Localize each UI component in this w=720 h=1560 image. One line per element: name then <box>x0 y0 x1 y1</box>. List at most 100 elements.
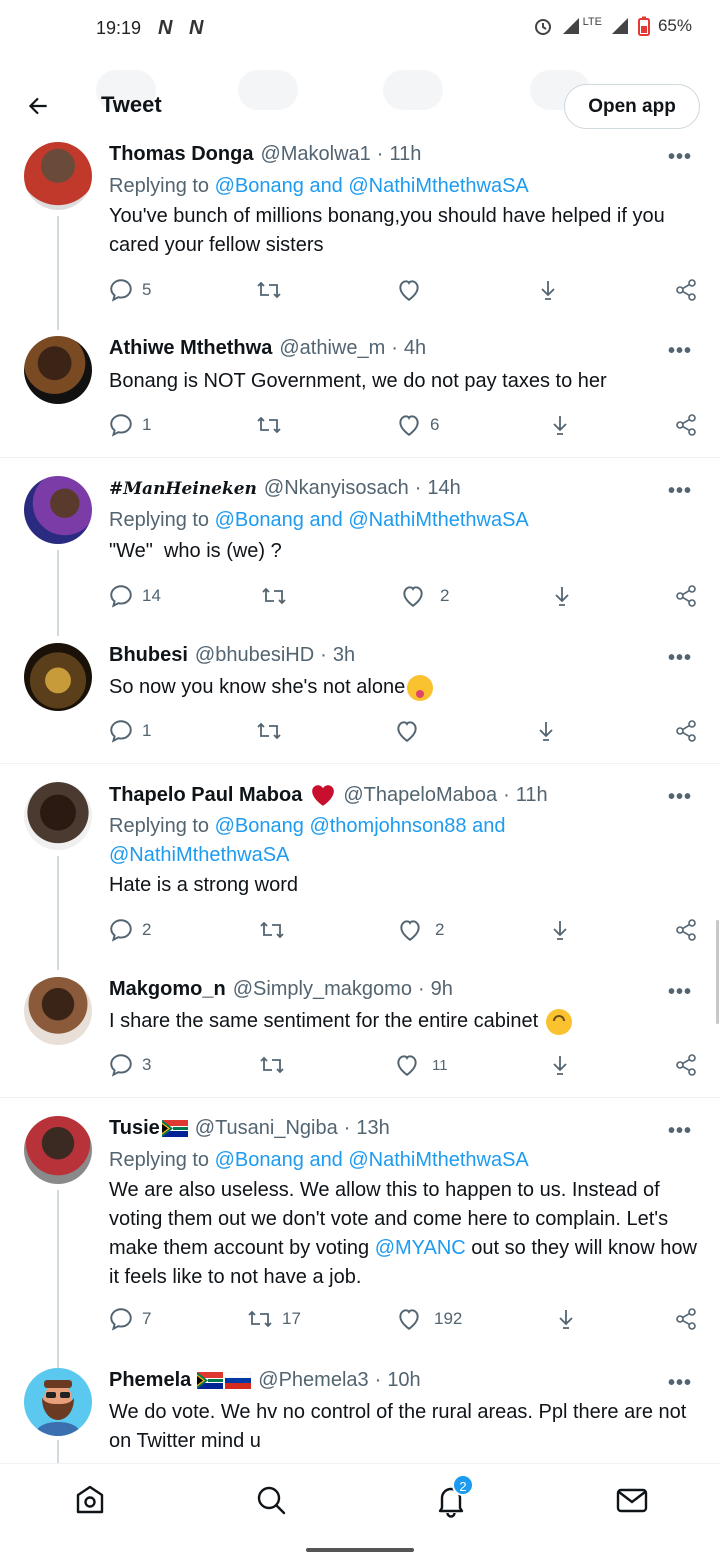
author-handle[interactable]: @Simply_makgomo <box>233 978 412 1001</box>
author-handle[interactable]: @bhubesiHD <box>195 644 314 667</box>
retweet-button[interactable]: 17 <box>246 1306 301 1332</box>
ghost-shape <box>238 70 298 110</box>
tweet-time[interactable]: 13h <box>356 1117 389 1140</box>
avatar[interactable] <box>24 336 92 404</box>
tweet-time[interactable]: 9h <box>431 978 453 1001</box>
reply-mentions[interactable]: @Bonang @thomjohnson88 and <box>215 815 506 837</box>
retweet-button[interactable] <box>260 583 288 609</box>
more-options-button[interactable]: ••• <box>668 786 692 809</box>
share-button[interactable] <box>674 1052 698 1078</box>
tweet-time[interactable]: 10h <box>387 1369 420 1392</box>
retweet-icon <box>257 281 281 299</box>
like-button[interactable]: 6 <box>396 412 439 438</box>
author-handle[interactable]: @ThapeloMaboa <box>343 784 497 807</box>
reply-button[interactable]: 14 <box>108 583 161 609</box>
more-options-button[interactable]: ••• <box>668 480 692 503</box>
author-name[interactable]: Bhubesi <box>109 644 188 667</box>
retweet-button[interactable] <box>255 277 283 303</box>
author-name[interactable]: Athiwe Mthethwa <box>109 337 272 360</box>
reply-button[interactable]: 7 <box>108 1306 151 1332</box>
author-name[interactable]: Tusie <box>109 1117 160 1140</box>
avatar[interactable] <box>24 142 92 210</box>
reply-icon <box>110 1054 132 1077</box>
reply-mentions-cont[interactable]: @NathiMthethwaSA <box>109 844 289 866</box>
author-handle[interactable]: @Makolwa1 <box>260 143 370 166</box>
like-button[interactable]: 192 <box>396 1306 462 1332</box>
save-button[interactable] <box>536 277 560 303</box>
like-button[interactable]: 11 <box>394 1052 448 1078</box>
tweet-text: "We" who is (we) ? <box>109 540 282 562</box>
avatar[interactable] <box>24 977 92 1045</box>
author-name[interactable]: Makgomo_n <box>109 978 226 1001</box>
tweet-time[interactable]: 3h <box>333 644 355 667</box>
reply-button[interactable]: 1 <box>108 412 151 438</box>
author-handle[interactable]: @Phemela3 <box>258 1369 368 1392</box>
more-options-button[interactable]: ••• <box>668 340 692 363</box>
share-icon <box>676 919 696 941</box>
save-button[interactable] <box>548 412 572 438</box>
author-handle[interactable]: @Nkanyisosach <box>264 477 409 500</box>
author-name[interactable]: Thomas Donga <box>109 143 253 166</box>
share-button[interactable] <box>674 412 698 438</box>
avatar[interactable] <box>24 643 92 711</box>
home-gesture-handle[interactable] <box>306 1548 414 1552</box>
replies-feed[interactable]: Thomas Donga @Makolwa1 · 11h ••• Replyin… <box>0 140 720 1463</box>
retweet-button[interactable] <box>255 718 283 744</box>
share-button[interactable] <box>674 1306 698 1332</box>
save-button[interactable] <box>534 718 558 744</box>
reply-mentions[interactable]: @Bonang and @NathiMthethwaSA <box>215 509 529 531</box>
share-icon <box>676 585 696 607</box>
like-button[interactable] <box>396 277 422 303</box>
more-options-button[interactable]: ••• <box>668 647 692 670</box>
reply-mentions[interactable]: @Bonang and @NathiMthethwaSA <box>215 175 529 197</box>
home-icon[interactable] <box>72 1482 108 1518</box>
reply-button[interactable]: 1 <box>108 718 151 744</box>
author-name[interactable]: Thapelo Paul Maboa <box>109 784 302 807</box>
share-button[interactable] <box>674 917 698 943</box>
tweet-time[interactable]: 4h <box>404 337 426 360</box>
share-button[interactable] <box>674 277 698 303</box>
avatar[interactable] <box>24 1368 92 1436</box>
reply-button[interactable]: 5 <box>108 277 151 303</box>
back-button[interactable] <box>22 90 54 122</box>
notification-n-icon: N <box>189 17 204 39</box>
more-options-button[interactable]: ••• <box>668 1120 692 1143</box>
mention-link[interactable]: @MYANC <box>375 1237 466 1259</box>
share-button[interactable] <box>674 718 698 744</box>
upside-down-face-emoji-icon <box>545 1008 572 1035</box>
more-options-button[interactable]: ••• <box>668 146 692 169</box>
retweet-button[interactable] <box>258 917 286 943</box>
share-icon <box>676 414 696 436</box>
save-button[interactable] <box>548 1052 572 1078</box>
tweet-time[interactable]: 11h <box>516 784 548 807</box>
reply-icon <box>110 279 132 302</box>
avatar[interactable] <box>24 782 92 850</box>
author-name[interactable]: Phemela <box>109 1369 191 1392</box>
save-button[interactable] <box>548 917 572 943</box>
like-button[interactable]: 2 <box>397 917 444 943</box>
more-options-button[interactable]: ••• <box>668 1372 692 1395</box>
reply-button[interactable]: 3 <box>108 1052 151 1078</box>
scrollbar[interactable] <box>716 920 719 1024</box>
messages-mail-icon[interactable] <box>614 1482 650 1518</box>
avatar[interactable] <box>24 476 92 544</box>
open-app-button[interactable]: Open app <box>564 84 700 129</box>
save-button[interactable] <box>550 583 574 609</box>
avatar[interactable] <box>24 1116 92 1184</box>
reply-mentions[interactable]: @Bonang and @NathiMthethwaSA <box>215 1149 529 1171</box>
more-options-button[interactable]: ••• <box>668 981 692 1004</box>
like-button[interactable]: 2 <box>400 583 449 609</box>
reply-button[interactable]: 2 <box>108 917 151 943</box>
author-handle[interactable]: @athiwe_m <box>279 337 385 360</box>
author-name[interactable]: #ManHeineken <box>109 479 257 499</box>
like-button[interactable] <box>394 718 420 744</box>
retweet-button[interactable] <box>258 1052 286 1078</box>
retweet-button[interactable] <box>255 412 283 438</box>
save-button[interactable] <box>554 1306 578 1332</box>
tweet-time[interactable]: 14h <box>427 477 460 500</box>
search-icon[interactable] <box>253 1482 289 1518</box>
share-button[interactable] <box>674 583 698 609</box>
status-time: 19:19 <box>96 18 142 38</box>
author-handle[interactable]: @Tusani_Ngiba <box>195 1117 338 1140</box>
tweet-time[interactable]: 11h <box>389 143 421 166</box>
